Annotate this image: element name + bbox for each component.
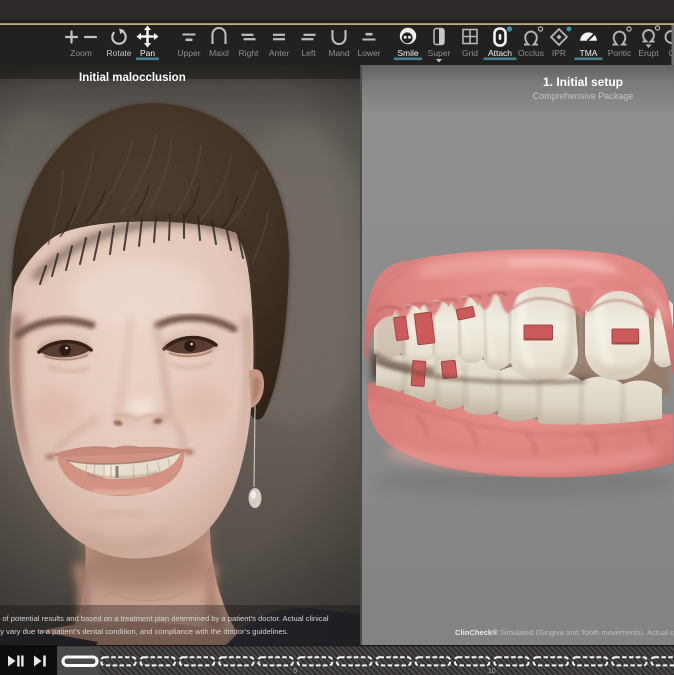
svg-text:Maxil: Maxil <box>209 48 229 58</box>
svg-text:Lower: Lower <box>357 48 380 58</box>
svg-text:IPR: IPR <box>552 48 566 58</box>
svg-text:Grid: Grid <box>462 48 478 58</box>
svg-text:Anter: Anter <box>269 48 289 58</box>
svg-text:Mand: Mand <box>328 48 350 58</box>
svg-text:5: 5 <box>293 668 297 675</box>
svg-text:10: 10 <box>488 668 496 675</box>
svg-text:ClinCheck® Simulated (Gingiva: ClinCheck® Simulated (Gingiva and Tooth … <box>455 628 674 637</box>
svg-text:Left: Left <box>301 48 316 58</box>
svg-text:Upper: Upper <box>177 48 200 58</box>
svg-text:Erupt: Erupt <box>638 48 659 58</box>
svg-text:Occlus: Occlus <box>518 48 544 58</box>
svg-text:Super: Super <box>428 48 451 58</box>
svg-text:TMA: TMA <box>580 48 598 58</box>
svg-text:1. Initial setup: 1. Initial setup <box>543 75 623 89</box>
svg-text:Pan: Pan <box>140 48 155 58</box>
svg-text:Rotate: Rotate <box>106 48 131 58</box>
svg-text:Right: Right <box>239 48 259 58</box>
svg-text:Initial malocclusion: Initial malocclusion <box>79 72 186 84</box>
svg-text:Comprehensive Package: Comprehensive Package <box>533 91 634 101</box>
svg-text:e of potential results and bas: e of potential results and based on a tr… <box>0 614 329 623</box>
svg-text:Attach: Attach <box>488 48 512 58</box>
svg-text:Pontic: Pontic <box>608 48 632 58</box>
svg-text:Smile: Smile <box>397 48 419 58</box>
svg-text:ay vary due to a patient’s den: ay vary due to a patient’s dental condit… <box>0 627 289 636</box>
svg-text:Zoom: Zoom <box>70 48 92 58</box>
